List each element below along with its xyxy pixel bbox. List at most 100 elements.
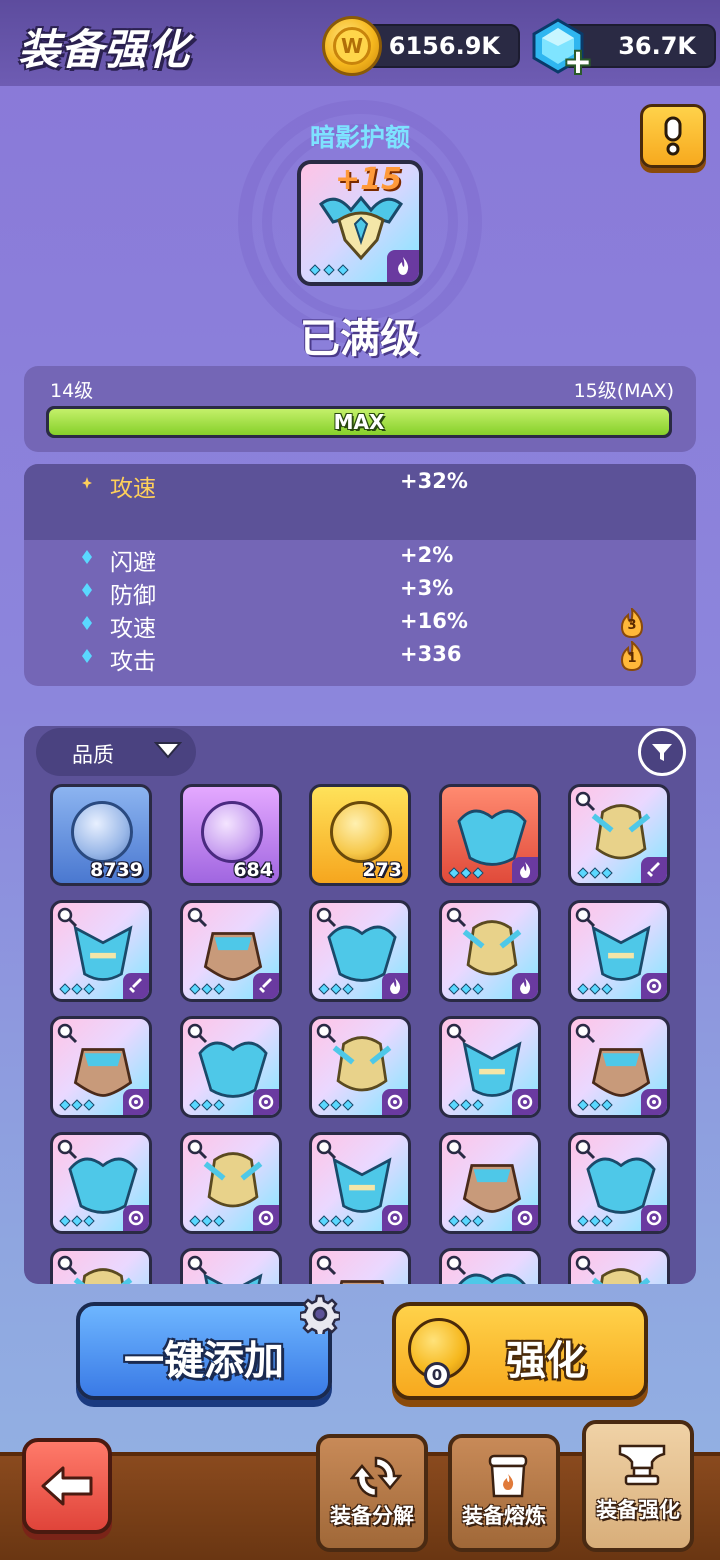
rarity-gems-icon — [189, 1215, 225, 1227]
equipment-slot[interactable] — [180, 1248, 282, 1284]
tab-label: 装备分解 — [330, 1504, 414, 1528]
exclamation-icon — [664, 116, 682, 156]
rarity-gems-icon — [448, 1099, 484, 1111]
progress-label: MAX — [333, 410, 385, 434]
equipment-slot[interactable] — [50, 1248, 152, 1284]
equipment-slot[interactable] — [309, 1016, 411, 1118]
quality-dropdown[interactable]: 品质 — [36, 728, 196, 776]
anvil-icon — [618, 1444, 666, 1486]
star-bullet-icon — [82, 477, 92, 489]
tab-label: 装备熔炼 — [462, 1504, 546, 1528]
equipment-slot[interactable] — [309, 900, 411, 1002]
secondary-stat-row: 攻速 +16% 3 — [24, 606, 696, 642]
magnifier-icon — [575, 1023, 596, 1044]
secondary-stat-row: 攻击 +336 1 — [24, 639, 696, 675]
silver-material-slot[interactable]: 8739 — [50, 784, 152, 886]
recycle-icon — [350, 1456, 402, 1498]
rarity-gems-icon — [59, 1099, 95, 1111]
ring-element-icon — [641, 1205, 667, 1231]
ring-element-icon — [512, 1205, 538, 1231]
rarity-gems-icon — [309, 264, 349, 276]
enhance-label: 强化 — [506, 1338, 586, 1384]
equipment-slot[interactable] — [50, 1016, 152, 1118]
rarity-gems-icon — [577, 983, 613, 995]
equipment-slot[interactable] — [439, 1248, 541, 1284]
gear-icon[interactable] — [300, 1294, 340, 1334]
equipment-slot[interactable] — [568, 1016, 670, 1118]
material-count: 8739 — [90, 859, 143, 881]
magnifier-icon — [57, 1139, 78, 1160]
purple-material-slot[interactable]: 684 — [180, 784, 282, 886]
magnifier-icon — [575, 791, 596, 812]
equipment-slot[interactable] — [180, 1132, 282, 1234]
equipment-slot[interactable] — [439, 1016, 541, 1118]
stat-value: +32% — [400, 469, 468, 493]
magnifier-icon — [575, 907, 596, 928]
equipment-slot[interactable] — [568, 1248, 670, 1284]
fire-element-icon — [512, 857, 538, 883]
rarity-gems-icon — [59, 983, 95, 995]
magnifier-icon — [316, 1139, 337, 1160]
tab-equipment-enhance[interactable]: 装备强化 — [582, 1420, 694, 1552]
flame-badge: 3 — [618, 606, 646, 639]
equipment-slot[interactable] — [50, 900, 152, 1002]
back-button[interactable] — [22, 1438, 112, 1534]
equipment-slot[interactable] — [439, 1132, 541, 1234]
magnifier-icon — [316, 1255, 337, 1276]
equipment-slot[interactable] — [50, 1132, 152, 1234]
funnel-icon — [652, 744, 672, 761]
stat-name: 闪避 — [110, 550, 156, 576]
enhance-button[interactable]: 0 强化 — [392, 1302, 648, 1400]
equipment-slot[interactable] — [180, 1016, 282, 1118]
flame-badge-count: 1 — [627, 651, 637, 666]
equipment-slot[interactable] — [568, 784, 670, 886]
magnifier-icon — [575, 1255, 596, 1276]
equipment-slot[interactable] — [309, 1248, 411, 1284]
gold-material-slot[interactable]: 273 — [309, 784, 411, 886]
magnifier-icon — [57, 907, 78, 928]
enhance-level-badge: +15 — [335, 162, 402, 197]
level-progress-bar: MAX — [46, 406, 672, 438]
rarity-gems-icon — [318, 1215, 354, 1227]
stat-value: +16% — [400, 609, 468, 633]
tab-equipment-smelt[interactable]: 装备熔炼 — [448, 1434, 560, 1552]
rarity-gems-icon — [448, 1215, 484, 1227]
tab-equipment-dismantle[interactable]: 装备分解 — [316, 1434, 428, 1552]
magnifier-icon — [57, 1255, 78, 1276]
sword-element-icon — [641, 857, 667, 883]
magnifier-icon — [446, 1255, 467, 1276]
max-level-status: 已满级 — [300, 316, 420, 362]
magnifier-icon — [187, 1139, 208, 1160]
rarity-gems-icon — [448, 867, 484, 879]
filter-button[interactable] — [638, 728, 686, 776]
equipment-slot[interactable] — [439, 900, 541, 1002]
equipment-slot[interactable] — [309, 1132, 411, 1234]
stats-panel: 攻速 +32% 闪避 +2% 防御 +3% 攻速 +16% 3 攻击 +336 … — [24, 464, 696, 686]
equipment-slot[interactable] — [180, 900, 282, 1002]
equipment-slot[interactable] — [568, 1132, 670, 1234]
flame-badge: 1 — [618, 639, 646, 672]
equipment-slot[interactable] — [439, 784, 541, 886]
rarity-gems-icon — [577, 1215, 613, 1227]
stat-name: 防御 — [110, 583, 156, 609]
magnifier-icon — [446, 1023, 467, 1044]
magnifier-icon — [575, 1139, 596, 1160]
ring-element-icon — [382, 1089, 408, 1115]
help-button[interactable] — [640, 104, 706, 168]
page-title: 装备强化 — [18, 25, 191, 74]
add-all-button[interactable]: 一键添加 — [76, 1302, 332, 1400]
ring-element-icon — [512, 1089, 538, 1115]
featured-item-card[interactable]: +15 — [297, 160, 423, 286]
secondary-stat-row: 防御 +3% — [24, 575, 696, 609]
plus-icon[interactable]: + — [563, 45, 593, 79]
rarity-gems-icon — [448, 983, 484, 995]
rarity-gems-icon — [189, 1099, 225, 1111]
quality-label: 品质 — [72, 743, 114, 767]
equipment-slot[interactable] — [568, 900, 670, 1002]
primary-stat-row: 攻速 +32% — [24, 468, 696, 502]
level-panel: 14级 15级(MAX) MAX — [24, 366, 696, 452]
magnifier-icon — [187, 907, 208, 928]
fire-element-icon — [382, 973, 408, 999]
diamond-bullet-icon — [82, 583, 92, 597]
coin-icon: W — [322, 16, 382, 76]
